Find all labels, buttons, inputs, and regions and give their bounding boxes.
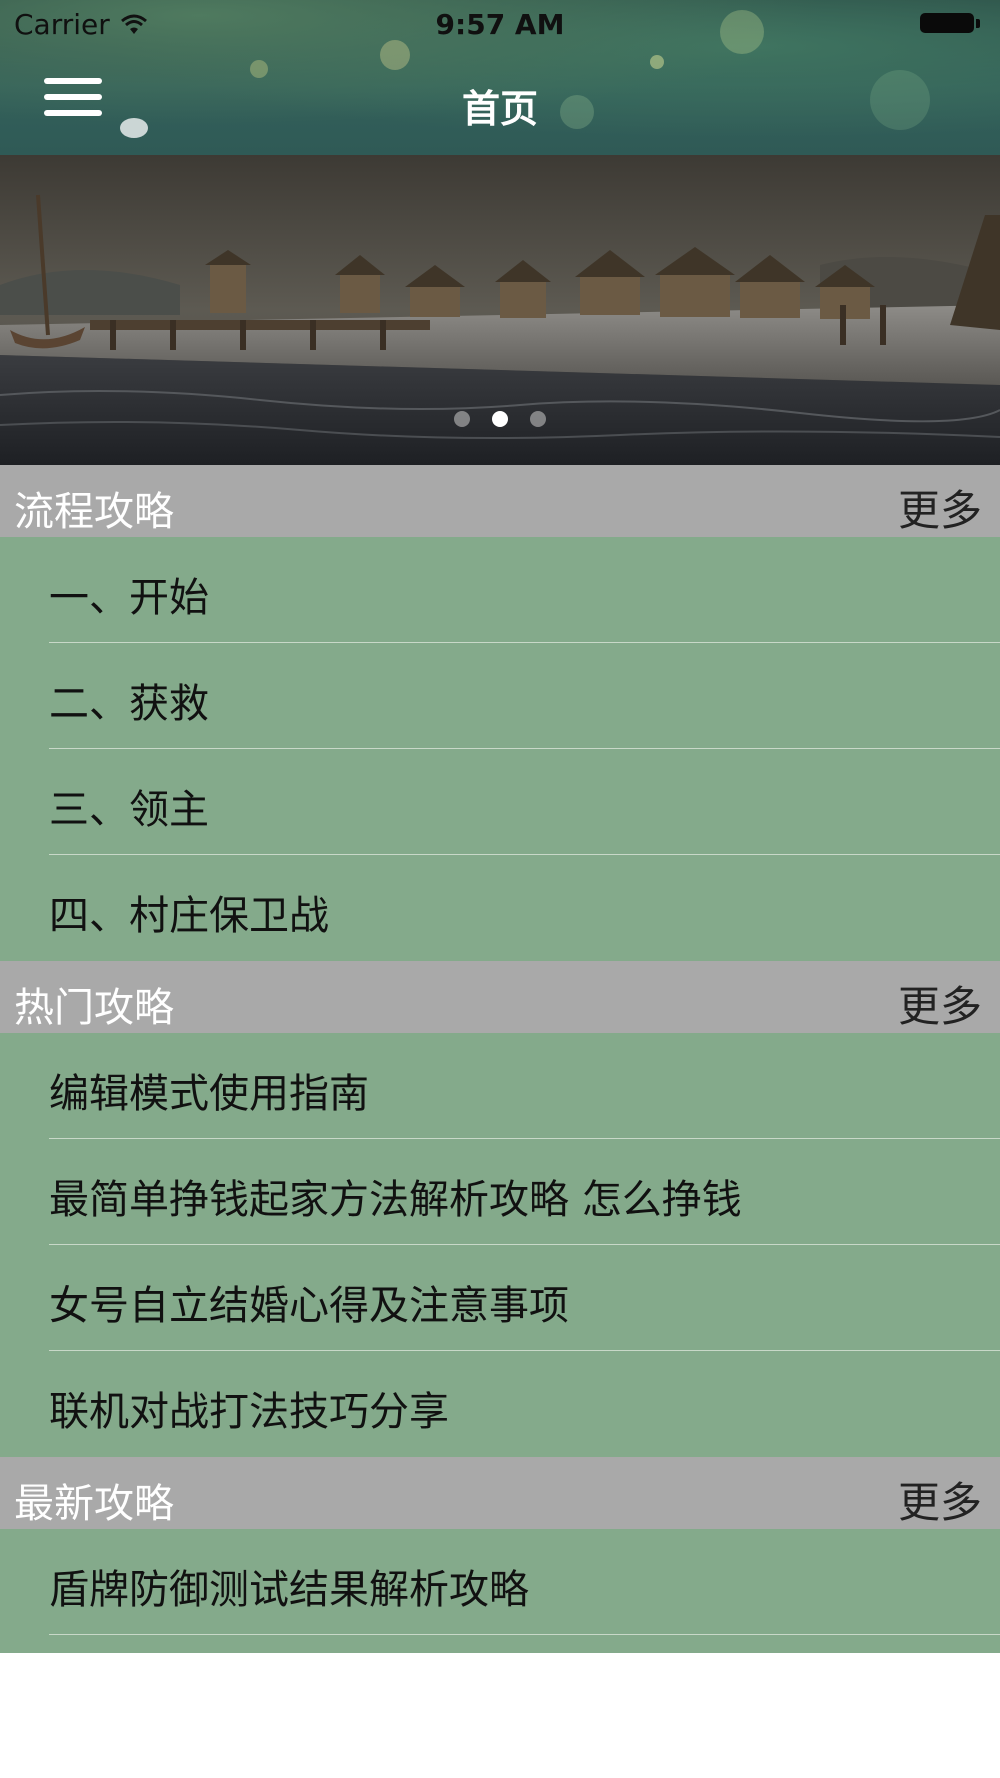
bokeh-light-decoration — [650, 55, 664, 69]
list-item-label: 女号自立结婚心得及注意事项 — [49, 1283, 569, 1329]
section-list: 盾牌防御测试结果解析攻略 — [0, 1529, 1000, 1653]
battery-icon — [920, 13, 982, 35]
section-title: 流程攻略 — [14, 489, 174, 535]
more-button[interactable]: 更多 — [898, 973, 982, 1034]
section-list: 一、开始 二、获救 三、领主 四、村庄保卫战 — [0, 537, 1000, 961]
status-time: 9:57 AM — [435, 8, 565, 41]
list-item[interactable]: 编辑模式使用指南 — [0, 1033, 1000, 1139]
section-header-popular: 热门攻略 更多 — [0, 961, 1000, 1033]
list-item[interactable]: 一、开始 — [0, 537, 1000, 643]
list-item[interactable]: 二、获救 — [0, 643, 1000, 749]
list-item-label: 盾牌防御测试结果解析攻略 — [49, 1567, 529, 1613]
section-title: 热门攻略 — [14, 985, 174, 1031]
carousel-page-indicator[interactable] — [0, 411, 1000, 427]
banner-carousel[interactable] — [0, 155, 1000, 465]
bokeh-light-decoration — [250, 60, 268, 78]
more-button[interactable]: 更多 — [898, 1469, 982, 1530]
list-item-label: 四、村庄保卫战 — [49, 893, 329, 939]
list-item-label: 三、领主 — [49, 787, 209, 833]
carousel-dot-active[interactable] — [492, 411, 508, 427]
section-title: 最新攻略 — [14, 1481, 174, 1527]
list-item[interactable]: 盾牌防御测试结果解析攻略 — [0, 1529, 1000, 1635]
carousel-dot[interactable] — [530, 411, 546, 427]
carousel-dot[interactable] — [454, 411, 470, 427]
section-header-flow: 流程攻略 更多 — [0, 465, 1000, 537]
list-item[interactable]: 联机对战打法技巧分享 — [0, 1351, 1000, 1457]
list-item-label: 联机对战打法技巧分享 — [49, 1389, 449, 1435]
page-title: 首页 — [461, 87, 538, 131]
list-item-label: 最简单挣钱起家方法解析攻略 怎么挣钱 — [49, 1177, 742, 1223]
list-item-label: 二、获救 — [49, 681, 209, 727]
list-item[interactable]: 最简单挣钱起家方法解析攻略 怎么挣钱 — [0, 1139, 1000, 1245]
list-item-label: 一、开始 — [49, 575, 209, 621]
section-header-latest: 最新攻略 更多 — [0, 1457, 1000, 1529]
list-item[interactable]: 四、村庄保卫战 — [0, 855, 1000, 961]
guide-sections: 流程攻略 更多 一、开始 二、获救 三、领主 四、村庄保卫战 热门攻略 更多 编… — [0, 465, 1000, 1653]
navigation-header: Carrier 9:57 AM 首页 — [0, 0, 1000, 155]
list-item-label: 编辑模式使用指南 — [49, 1071, 369, 1117]
section-list: 编辑模式使用指南 最简单挣钱起家方法解析攻略 怎么挣钱 女号自立结婚心得及注意事… — [0, 1033, 1000, 1457]
separator — [49, 1634, 1000, 1635]
status-bar: Carrier 9:57 AM — [0, 0, 1000, 50]
more-button[interactable]: 更多 — [898, 477, 982, 538]
list-item[interactable]: 三、领主 — [0, 749, 1000, 855]
list-item[interactable]: 女号自立结婚心得及注意事项 — [0, 1245, 1000, 1351]
